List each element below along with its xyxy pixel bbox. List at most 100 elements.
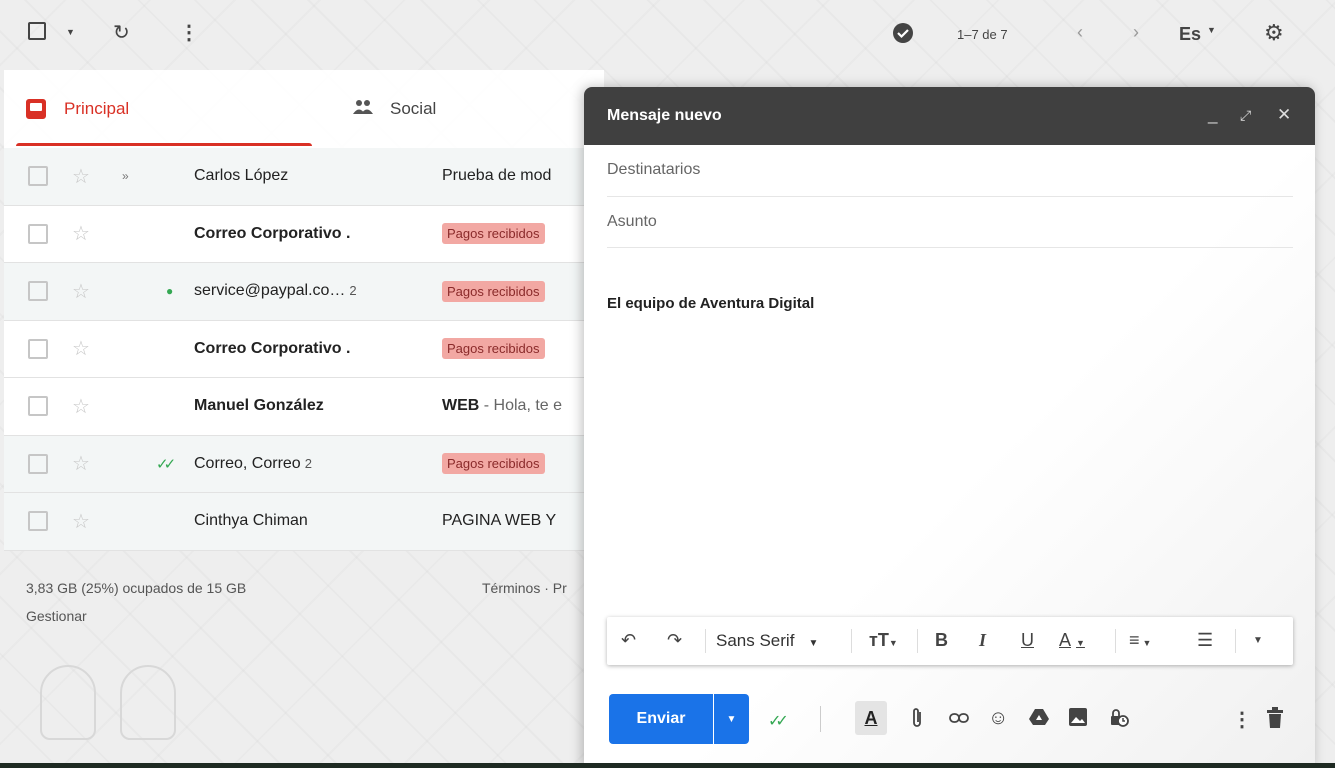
email-subject: PAGINA WEB Y	[442, 512, 557, 530]
email-row[interactable]: ☆ Cinthya Chiman PAGINA WEB Y	[4, 493, 604, 551]
row-checkbox[interactable]	[28, 223, 48, 244]
font-size-icon[interactable]: ᴛT▼	[869, 630, 898, 651]
numbered-list-icon[interactable]: ☰	[1197, 630, 1213, 651]
emoji-icon[interactable]: ☺	[988, 707, 1008, 730]
tab-social[interactable]: Social	[352, 70, 436, 148]
confidential-mode-icon[interactable]	[1108, 707, 1130, 735]
category-tabs: Principal Social	[4, 70, 604, 148]
more-vert-icon[interactable]: ⋮	[179, 20, 199, 45]
taskbar-strip	[0, 763, 1335, 768]
email-sender: service@paypal.co… 2	[194, 282, 357, 300]
important-marker-icon[interactable]: »	[122, 169, 129, 183]
email-sender: Cinthya Chiman	[194, 512, 308, 530]
compose-window: Mensaje nuevo _ ⤢ ✕ Destinatarios Asunto…	[584, 87, 1315, 768]
mail-toolbar: ▼ ↻ ⋮ 1–7 de 7 ‹ › Es ▼ ⚙	[0, 0, 1335, 70]
row-checkbox[interactable]	[28, 511, 48, 532]
email-sender: Correo Corporativo .	[194, 339, 351, 357]
formatting-toolbar: ↶ ↷ Sans Serif ▼ ᴛT▼ B I U A ▼ ≡ ▼ ☰ ▼	[607, 617, 1293, 665]
italic-icon[interactable]: I	[979, 630, 986, 651]
terms-link[interactable]: Términos · Pr	[482, 580, 567, 596]
email-label-chip: Pagos recibidos	[442, 453, 545, 475]
select-dropdown-icon[interactable]: ▼	[66, 27, 75, 37]
close-icon[interactable]: ✕	[1277, 105, 1291, 125]
thread-count: 2	[349, 283, 357, 299]
undo-icon[interactable]: ↶	[621, 630, 636, 651]
manage-storage-link[interactable]: Gestionar	[26, 608, 87, 624]
insert-photo-icon[interactable]	[1068, 707, 1088, 733]
text-color-icon[interactable]: A ▼	[1059, 630, 1085, 651]
insert-link-icon[interactable]	[948, 707, 970, 735]
email-row[interactable]: ☆ Correo Corporativo . Pagos recibidos	[4, 205, 604, 263]
discard-draft-icon[interactable]	[1266, 707, 1284, 735]
select-all-checkbox[interactable]	[28, 22, 46, 40]
star-icon[interactable]: ☆	[72, 336, 90, 361]
attach-file-icon[interactable]	[910, 707, 924, 735]
compose-body[interactable]: El equipo de Aventura Digital	[607, 295, 814, 312]
inbox-icon	[26, 99, 46, 119]
formatting-options-icon[interactable]: A	[855, 701, 887, 735]
star-icon[interactable]: ☆	[72, 394, 90, 419]
bold-icon[interactable]: B	[935, 630, 948, 651]
star-icon[interactable]: ☆	[72, 451, 90, 476]
email-sender: Carlos López	[194, 167, 289, 185]
email-list: ☆ » Carlos López Prueba de mod ☆ Correo …	[4, 148, 604, 551]
more-formatting-icon[interactable]: ▼	[1253, 635, 1263, 646]
subject-field[interactable]: Asunto	[607, 197, 1293, 248]
people-icon	[352, 99, 374, 120]
double-check-icon[interactable]: ✓✓	[768, 711, 789, 731]
row-checkbox[interactable]	[28, 396, 48, 417]
row-checkbox[interactable]	[28, 453, 48, 474]
align-icon[interactable]: ≡ ▼	[1129, 630, 1151, 651]
email-row[interactable]: ☆ ● service@paypal.co… 2 Pagos recibidos	[4, 263, 604, 321]
email-label-chip: Pagos recibidos	[442, 280, 545, 302]
recipients-field[interactable]: Destinatarios	[607, 145, 1293, 197]
input-language-button[interactable]: Es ▼	[1179, 24, 1216, 45]
row-checkbox[interactable]	[28, 338, 48, 359]
tab-social-label: Social	[390, 99, 437, 118]
email-sender: Correo Corporativo .	[194, 224, 351, 242]
email-sender: Manuel González	[194, 397, 324, 415]
send-button[interactable]: Enviar	[609, 694, 713, 744]
android-mascot-icon	[120, 665, 176, 740]
email-subject: WEB - Hola, te e	[442, 397, 563, 415]
row-checkbox[interactable]	[28, 166, 48, 187]
pager-range: 1–7 de 7	[957, 27, 1008, 42]
settings-gear-icon[interactable]: ⚙	[1264, 20, 1284, 46]
prev-page-icon[interactable]: ‹	[1077, 22, 1083, 43]
status-dot-icon: ●	[166, 284, 174, 299]
tab-principal[interactable]: Principal	[4, 70, 312, 148]
compose-title: Mensaje nuevo	[607, 107, 722, 124]
star-icon[interactable]: ☆	[72, 279, 90, 304]
active-tab-indicator	[16, 143, 312, 146]
email-row[interactable]: ☆ Correo Corporativo . Pagos recibidos	[4, 320, 604, 378]
redo-icon[interactable]: ↷	[667, 630, 682, 651]
email-label-chip: Pagos recibidos	[442, 223, 545, 245]
refresh-icon[interactable]: ↻	[113, 20, 130, 45]
minimize-icon[interactable]: _	[1208, 105, 1217, 125]
email-subject: Prueba de mod	[442, 167, 552, 185]
thread-count: 2	[304, 455, 312, 471]
inbox-panel: Principal Social ☆ » Carlos López Prueba…	[4, 70, 604, 551]
email-row[interactable]: ☆ Manuel González WEB - Hola, te e	[4, 378, 604, 436]
star-icon[interactable]: ☆	[72, 509, 90, 534]
underline-icon[interactable]: U	[1021, 630, 1034, 651]
compose-header[interactable]: Mensaje nuevo _ ⤢ ✕	[584, 87, 1315, 145]
more-options-icon[interactable]: ⋮	[1232, 707, 1252, 732]
tab-principal-label: Principal	[64, 99, 130, 118]
email-row[interactable]: ☆ » Carlos López Prueba de mod	[4, 148, 604, 206]
row-checkbox[interactable]	[28, 281, 48, 302]
offline-check-icon[interactable]	[892, 22, 914, 44]
storage-usage: 3,83 GB (25%) ocupados de 15 GB	[26, 580, 247, 596]
star-icon[interactable]: ☆	[72, 221, 90, 246]
email-label-chip: Pagos recibidos	[442, 338, 545, 360]
font-family-select[interactable]: Sans Serif ▼	[716, 631, 818, 651]
email-sender: Correo, Correo 2	[194, 454, 312, 472]
drive-icon[interactable]	[1028, 707, 1050, 733]
double-check-icon: ✓✓	[156, 455, 176, 473]
next-page-icon[interactable]: ›	[1133, 22, 1139, 43]
star-icon[interactable]: ☆	[72, 164, 90, 189]
email-row[interactable]: ☆ ✓✓ Correo, Correo 2 Pagos recibidos	[4, 435, 604, 493]
send-options-icon[interactable]: ▼	[714, 694, 749, 744]
expand-icon[interactable]: ⤢	[1240, 107, 1251, 124]
android-mascot-icon	[40, 665, 96, 740]
